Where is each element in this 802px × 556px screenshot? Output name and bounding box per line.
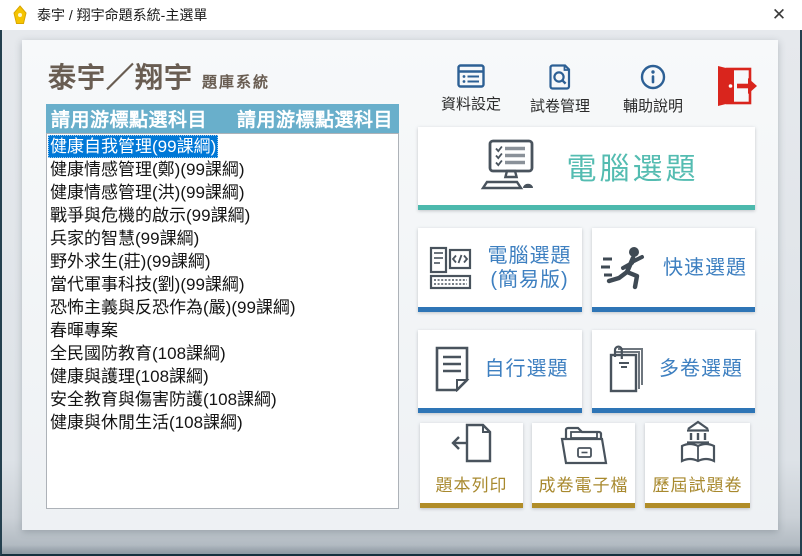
subject-list-item[interactable]: 恐怖主義與反恐作為(嚴)(99課綱) [48, 296, 398, 319]
toolbar-item-data-settings[interactable]: 資料設定 [432, 64, 510, 114]
subject-list-item[interactable]: 安全教育與傷害防護(108課綱) [48, 388, 398, 411]
subject-list-item[interactable]: 健康與休閒生活(108課綱) [48, 411, 398, 434]
subject-list: 健康自我管理(99課綱) 健康情感管理(鄭)(99課綱) 健康情感管理(洪)(9… [46, 133, 399, 509]
app-logo-icon [10, 5, 30, 25]
subject-list-item[interactable]: 野外求生(莊)(99課綱) [48, 250, 398, 273]
window-title: 泰宇 / 翔宇命題系統-主選單 [37, 0, 207, 30]
brand-name: 泰宇／翔宇 [48, 62, 193, 93]
menu-label: 題本列印 [436, 471, 508, 496]
subject-list-header: 請用游標點選科目 請用游標點選科目 [46, 104, 399, 133]
menu-quick-select[interactable]: 快速選題 [592, 228, 755, 312]
subject-list-item[interactable]: 健康自我管理(99課綱) [48, 135, 398, 158]
close-icon[interactable]: ✕ [762, 0, 796, 30]
toolbar-label: 試卷管理 [530, 95, 590, 116]
runner-icon [600, 245, 650, 291]
subject-list-header-right: 請用游標點選科目 [237, 105, 393, 132]
subject-list-item[interactable]: 戰爭與危機的啟示(99課綱) [48, 204, 398, 227]
toolbar-label: 輔助說明 [623, 95, 683, 116]
menu-multi-select[interactable]: 多卷選題 [592, 330, 755, 413]
help-info-icon [640, 64, 666, 90]
subject-list-item[interactable]: 全民國防教育(108課綱) [48, 342, 398, 365]
menu-computer-select-simple[interactable]: 電腦選題(簡易版) [418, 228, 582, 312]
exam-management-icon [548, 64, 572, 90]
menu-past-papers[interactable]: 歷屆試題卷 [645, 423, 750, 508]
archive-book-icon [676, 419, 720, 465]
app-window: 泰宇 / 翔宇命題系統-主選單 ✕ 泰宇／翔宇題庫系統 請用游標點選科目 請用游… [0, 0, 802, 556]
toolbar-item-help[interactable]: 輔助說明 [614, 64, 692, 116]
menu-print-book[interactable]: 題本列印 [420, 423, 523, 508]
print-export-icon [449, 423, 495, 465]
menu-label: 電腦選題 [567, 144, 699, 188]
document-icon [432, 346, 472, 392]
exit-button[interactable] [712, 65, 758, 107]
menu-label: 自行選題 [485, 357, 569, 381]
subject-list-header-left: 請用游標點選科目 [51, 105, 207, 132]
open-folder-icon [559, 423, 609, 465]
subject-list-item[interactable]: 當代軍事科技(劉)(99課綱) [48, 273, 398, 296]
menu-label: 電腦選題(簡易版) [488, 244, 572, 292]
stacked-papers-icon [604, 345, 646, 393]
menu-label: 成卷電子檔 [539, 471, 629, 496]
subject-list-item[interactable]: 兵家的智慧(99課綱) [48, 227, 398, 250]
subject-list-item[interactable]: 健康與護理(108課綱) [48, 365, 398, 388]
brand: 泰宇／翔宇題庫系統 [48, 56, 270, 96]
menu-self-select[interactable]: 自行選題 [418, 330, 582, 413]
subject-list-item[interactable]: 春暉專案 [48, 319, 398, 342]
menu-label: 歷屆試題卷 [653, 471, 743, 496]
menu-exam-file[interactable]: 成卷電子檔 [532, 423, 635, 508]
exit-door-icon [712, 65, 758, 107]
computer-select-icon [475, 139, 541, 193]
menu-computer-select[interactable]: 電腦選題 [418, 127, 755, 210]
toolbar-label: 資料設定 [441, 93, 501, 114]
title-bar: 泰宇 / 翔宇命題系統-主選單 ✕ [0, 0, 802, 30]
subject-list-item[interactable]: 健康情感管理(鄭)(99課綱) [48, 158, 398, 181]
subject-list-item[interactable]: 健康情感管理(洪)(99課綱) [48, 181, 398, 204]
menu-label: 快速選題 [663, 256, 747, 280]
data-settings-icon [457, 64, 485, 88]
brand-subtitle: 題庫系統 [202, 74, 270, 91]
frame-bottom-shade [2, 545, 800, 554]
menu-label: 多卷選題 [659, 357, 743, 381]
computer-simple-icon [429, 246, 475, 290]
main-panel: 泰宇／翔宇題庫系統 請用游標點選科目 請用游標點選科目 健康自我管理(99課綱)… [22, 40, 778, 530]
toolbar-item-exam-management[interactable]: 試卷管理 [521, 64, 599, 116]
